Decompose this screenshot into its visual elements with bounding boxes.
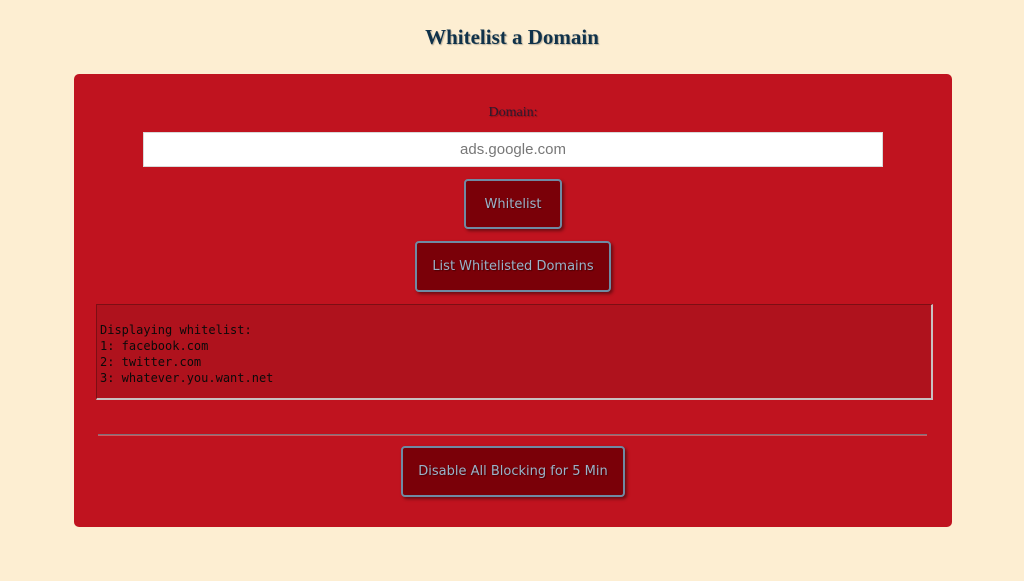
- output-line: 1: facebook.com: [100, 339, 209, 353]
- page-title: Whitelist a Domain: [425, 25, 599, 49]
- output-line: 3: whatever.you.want.net: [100, 371, 274, 385]
- output-line: 2: twitter.com: [100, 355, 202, 369]
- list-whitelisted-domains-button[interactable]: List Whitelisted Domains: [415, 241, 611, 292]
- domain-label: Domain:: [488, 105, 538, 120]
- whitelist-output: Displaying whitelist: 1: facebook.com 2:…: [96, 304, 933, 400]
- domain-input[interactable]: [143, 132, 883, 167]
- output-line: Displaying whitelist:: [100, 323, 252, 337]
- divider: [98, 434, 927, 436]
- disable-blocking-button[interactable]: Disable All Blocking for 5 Min: [401, 446, 625, 497]
- whitelist-panel: Domain: Whitelist List Whitelisted Domai…: [74, 74, 952, 527]
- whitelist-button[interactable]: Whitelist: [464, 179, 562, 229]
